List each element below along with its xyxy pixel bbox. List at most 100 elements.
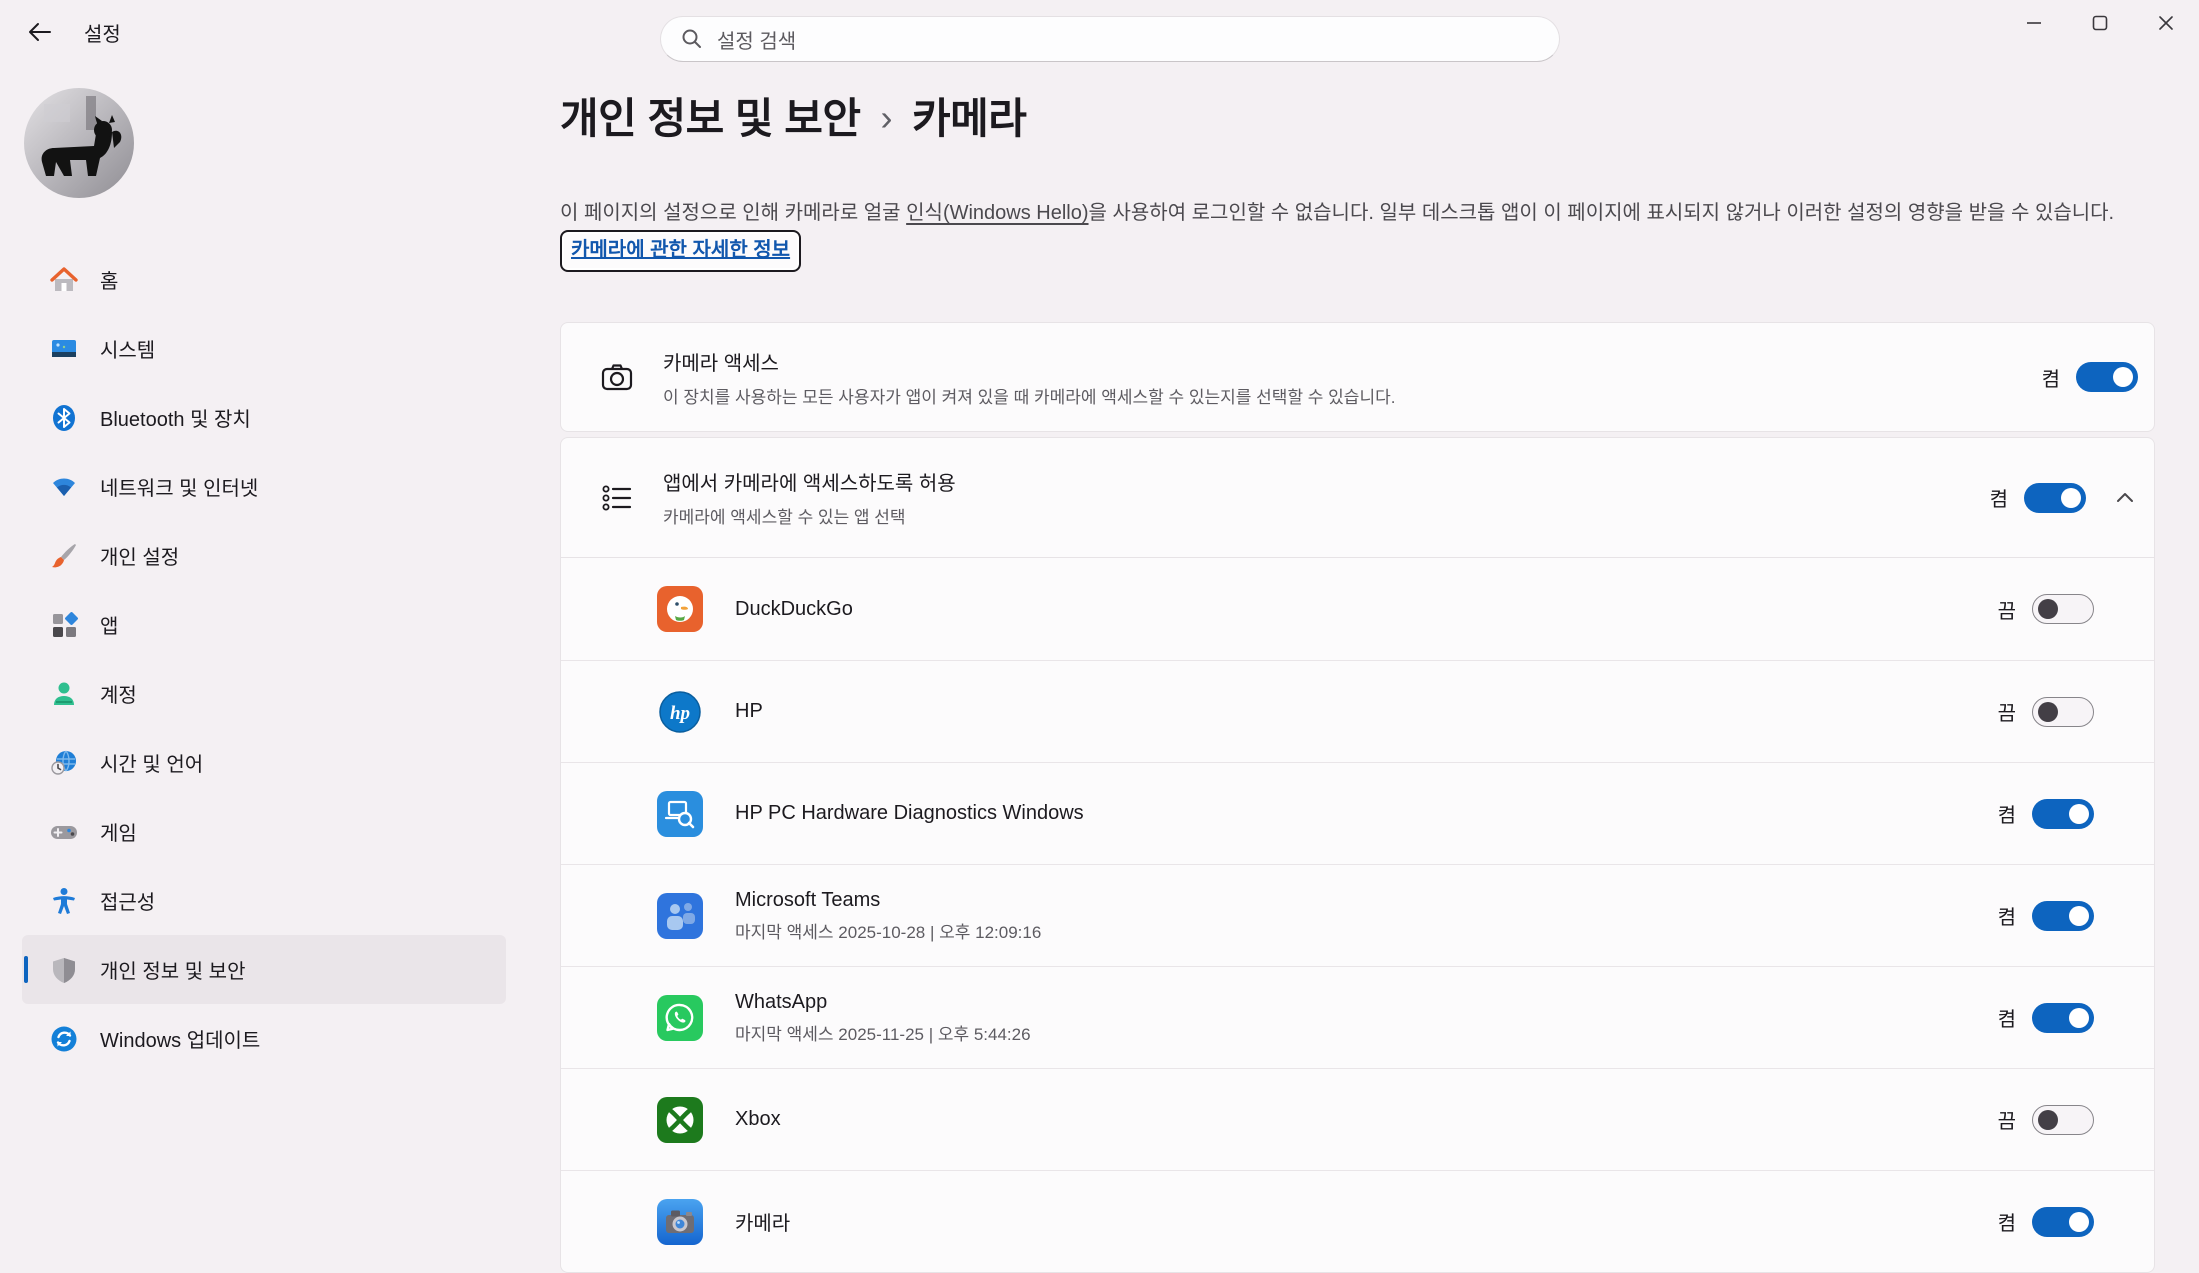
app-toggle-camera[interactable] — [2032, 1207, 2094, 1237]
app-access-title: 앱에서 카메라에 액세스하도록 허용 — [663, 467, 956, 496]
sidebar-item-label: 네트워크 및 인터넷 — [100, 472, 258, 501]
learn-more-link[interactable]: 카메라에 관한 자세한 정보 — [560, 230, 801, 272]
app-toggle-hp[interactable] — [2032, 697, 2094, 727]
page-title: 카메라 — [912, 85, 1026, 146]
sidebar-item-time-language[interactable]: 시간 및 언어 — [22, 728, 506, 797]
home-icon — [48, 264, 80, 296]
description-text: 이 페이지의 설정으로 인해 카메라로 얼굴 — [560, 202, 906, 224]
sidebar-item-apps[interactable]: 앱 — [22, 590, 506, 659]
back-button[interactable] — [22, 14, 58, 50]
sidebar-item-privacy-security[interactable]: 개인 정보 및 보안 — [22, 935, 506, 1004]
sidebar-nav: 홈 시스템 Bluetooth 및 장치 네트워크 및 인터넷 개인 설정 앱 — [22, 245, 506, 1073]
hp-diagnostics-app-icon — [657, 791, 703, 837]
windows-hello-link[interactable]: 인식(Windows Hello) — [906, 202, 1088, 224]
app-name: DuckDuckGo — [735, 598, 853, 621]
back-arrow-icon — [27, 19, 53, 45]
app-row-xbox: Xbox 끔 — [561, 1068, 2154, 1170]
toggle-knob — [2069, 1008, 2089, 1028]
app-permission-list: DuckDuckGo 끔 hp HP 끔 HP PC Hardware Diag… — [560, 558, 2155, 1273]
app-toggle-microsoft-teams[interactable] — [2032, 901, 2094, 931]
app-row-duckduckgo: DuckDuckGo 끔 — [561, 558, 2154, 660]
system-icon — [48, 333, 80, 365]
toggle-knob — [2038, 702, 2058, 722]
whatsapp-app-icon — [657, 995, 703, 1041]
toggle-knob — [2113, 367, 2133, 387]
app-toggle-whatsapp[interactable] — [2032, 1003, 2094, 1033]
titlebar: 설정 — [22, 14, 121, 50]
breadcrumb-parent[interactable]: 개인 정보 및 보안 — [560, 85, 861, 146]
sidebar-item-label: 접근성 — [100, 886, 155, 915]
app-access-subtitle: 카메라에 액세스할 수 있는 앱 선택 — [663, 503, 956, 528]
app-row-hp-diagnostics: HP PC Hardware Diagnostics Windows 켬 — [561, 762, 2154, 864]
gaming-icon — [48, 816, 80, 848]
app-name: WhatsApp — [735, 991, 1031, 1014]
accounts-icon — [48, 678, 80, 710]
sidebar-item-gaming[interactable]: 게임 — [22, 797, 506, 866]
toggle-knob — [2069, 1212, 2089, 1232]
camera-access-card: 카메라 액세스 이 장치를 사용하는 모든 사용자가 앱이 켜져 있을 때 카메… — [560, 322, 2155, 432]
app-name: HP — [735, 700, 763, 723]
apps-icon — [48, 609, 80, 641]
time-language-icon — [48, 747, 80, 779]
bluetooth-icon — [48, 402, 80, 434]
camera-access-toggle[interactable] — [2076, 362, 2138, 392]
avatar — [24, 88, 134, 198]
app-state-label: 끔 — [1998, 1105, 2016, 1134]
camera-access-subtitle: 이 장치를 사용하는 모든 사용자가 앱이 켜져 있을 때 카메라에 액세스할 … — [663, 383, 1395, 408]
sidebar-item-personalization[interactable]: 개인 설정 — [22, 521, 506, 590]
app-name: Xbox — [735, 1108, 781, 1131]
search-input[interactable]: 설정 검색 — [660, 16, 1560, 62]
xbox-app-icon — [657, 1097, 703, 1143]
breadcrumb-separator-icon: › — [881, 93, 893, 139]
toggle-knob — [2038, 599, 2058, 619]
camera-access-title: 카메라 액세스 — [663, 347, 1395, 376]
sidebar-item-label: Windows 업데이트 — [100, 1024, 260, 1053]
minimize-button[interactable] — [2001, 0, 2067, 46]
sidebar-item-network[interactable]: 네트워크 및 인터넷 — [22, 452, 506, 521]
app-toggle-xbox[interactable] — [2032, 1105, 2094, 1135]
app-row-microsoft-teams: Microsoft Teams 마지막 액세스 2025-10-28 | 오후 … — [561, 864, 2154, 966]
app-toggle-hp-diagnostics[interactable] — [2032, 799, 2094, 829]
search-placeholder: 설정 검색 — [717, 25, 796, 54]
breadcrumb: 개인 정보 및 보안 › 카메라 — [560, 85, 1026, 146]
app-last-access: 마지막 액세스 2025-10-28 | 오후 12:09:16 — [735, 918, 1041, 943]
page-description: 이 페이지의 설정으로 인해 카메라로 얼굴 인식(Windows Hello)… — [560, 196, 2160, 272]
app-state-label: 켬 — [1998, 1003, 2016, 1032]
camera-app-icon — [657, 1199, 703, 1245]
sidebar-item-bluetooth[interactable]: Bluetooth 및 장치 — [22, 383, 506, 452]
app-name: HP PC Hardware Diagnostics Windows — [735, 802, 1084, 825]
sidebar-item-label: 앱 — [100, 610, 118, 639]
app-toggle-duckduckgo[interactable] — [2032, 594, 2094, 624]
network-icon — [48, 471, 80, 503]
toggle-knob — [2069, 906, 2089, 926]
sidebar-item-home[interactable]: 홈 — [22, 245, 506, 314]
app-name: Microsoft Teams — [735, 889, 1041, 912]
app-state-label: 켬 — [1998, 799, 2016, 828]
toggle-knob — [2061, 488, 2081, 508]
app-access-expander-header[interactable]: 앱에서 카메라에 액세스하도록 허용 카메라에 액세스할 수 있는 앱 선택 켬 — [560, 437, 2155, 558]
privacy-icon — [48, 954, 80, 986]
camera-outline-icon — [597, 360, 637, 394]
minimize-icon — [2026, 15, 2042, 31]
close-button[interactable] — [2133, 0, 2199, 46]
windows-update-icon — [48, 1023, 80, 1055]
avatar-cat-photo — [24, 88, 134, 198]
sidebar-item-label: 게임 — [100, 817, 137, 846]
teams-app-icon — [657, 893, 703, 939]
app-title: 설정 — [84, 18, 121, 47]
app-access-toggle[interactable] — [2024, 483, 2086, 513]
maximize-button[interactable] — [2067, 0, 2133, 46]
sidebar-item-accounts[interactable]: 계정 — [22, 659, 506, 728]
app-state-label: 켬 — [1998, 1207, 2016, 1236]
personalization-icon — [48, 540, 80, 572]
sidebar-item-windows-update[interactable]: Windows 업데이트 — [22, 1004, 506, 1073]
sidebar-item-label: Bluetooth 및 장치 — [100, 403, 251, 432]
app-last-access: 마지막 액세스 2025-11-25 | 오후 5:44:26 — [735, 1020, 1031, 1045]
duckduckgo-app-icon — [657, 586, 703, 632]
sidebar-item-system[interactable]: 시스템 — [22, 314, 506, 383]
collapse-expander-button[interactable] — [2110, 483, 2140, 513]
app-row-camera: 카메라 켬 — [561, 1170, 2154, 1272]
sidebar-item-accessibility[interactable]: 접근성 — [22, 866, 506, 935]
app-state-label: 끔 — [1998, 595, 2016, 624]
app-state-label: 끔 — [1998, 697, 2016, 726]
